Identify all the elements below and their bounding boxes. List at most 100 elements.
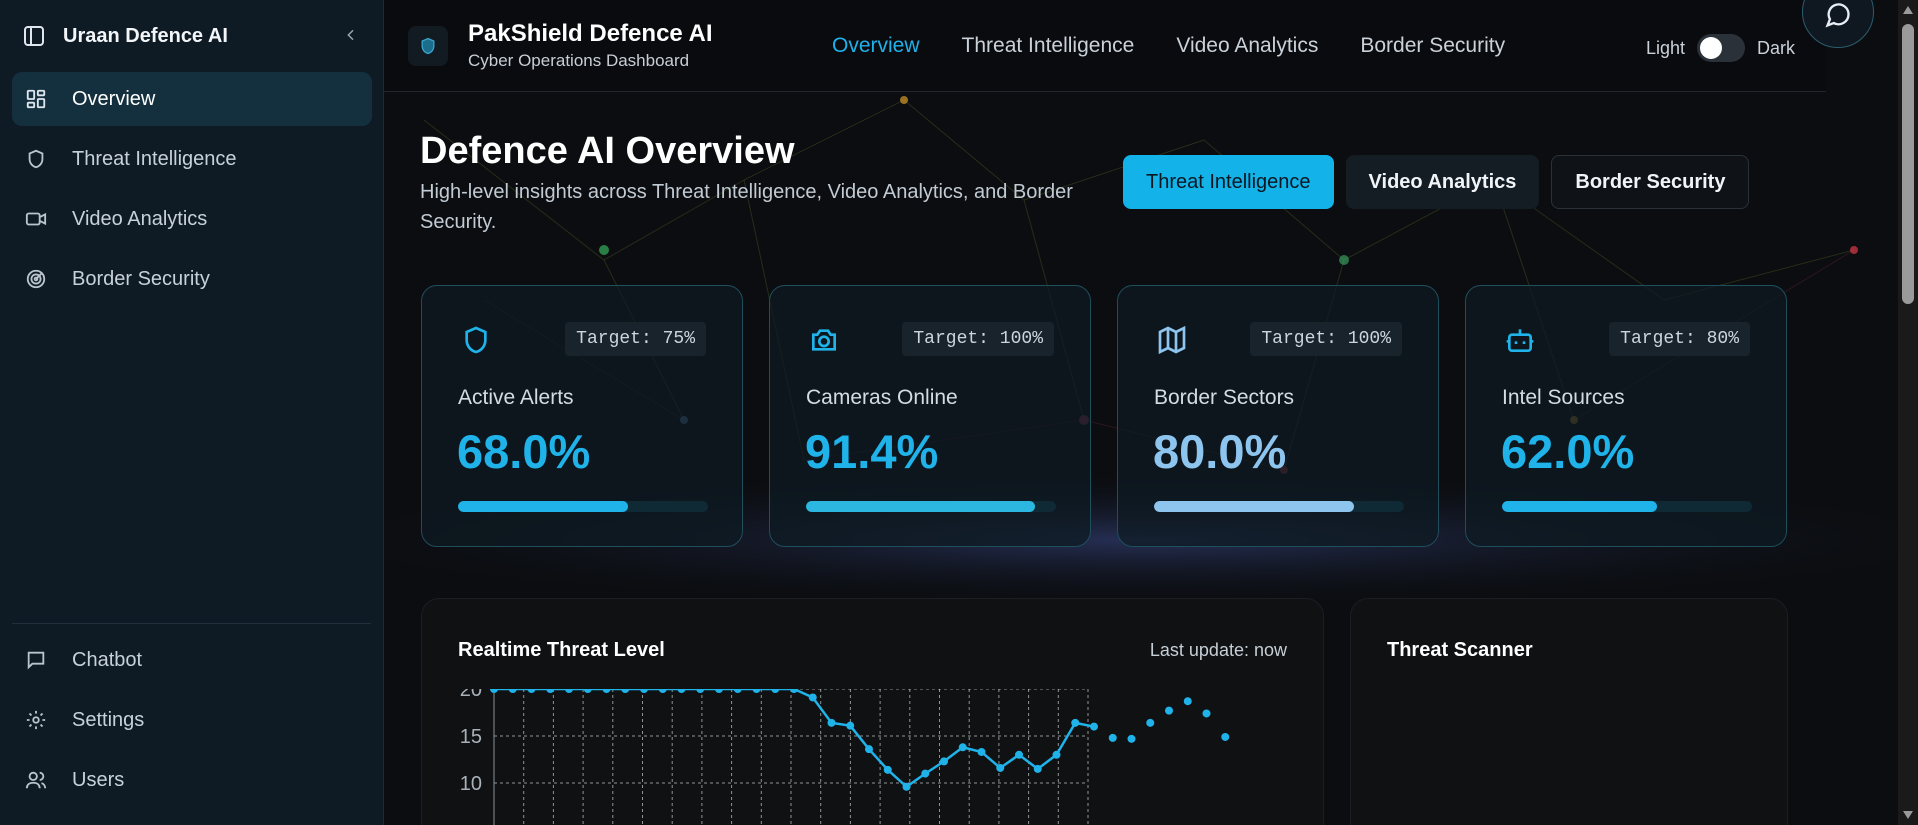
progress-fill	[806, 501, 1035, 512]
kpi-label: Active Alerts	[458, 386, 574, 409]
gear-icon	[24, 708, 48, 732]
data-point	[546, 689, 555, 693]
data-point	[790, 689, 798, 693]
quick-actions: Threat Intelligence Video Analytics Bord…	[1123, 155, 1750, 209]
page-scrollbar[interactable]	[1898, 0, 1918, 825]
app-logo	[408, 26, 448, 66]
data-point	[640, 689, 648, 693]
sidebar-item-label: Video Analytics	[72, 207, 208, 230]
data-point	[1071, 718, 1080, 727]
progress-fill	[458, 501, 628, 512]
progress-bar	[1502, 501, 1752, 512]
data-point	[940, 757, 948, 766]
progress-fill	[1154, 501, 1354, 512]
data-point	[883, 765, 892, 774]
border-security-button[interactable]: Border Security	[1551, 155, 1750, 209]
data-point	[902, 782, 911, 791]
sidebar-item-label: Users	[72, 768, 125, 791]
tab-overview[interactable]: Overview	[832, 34, 920, 58]
tab-video-analytics[interactable]: Video Analytics	[1176, 34, 1318, 58]
sidebar-item-label: Overview	[72, 87, 156, 110]
message-circle-icon	[1825, 3, 1850, 28]
sidebar-item-chatbot[interactable]: Chatbot	[12, 633, 372, 687]
scroll-up-arrow[interactable]	[1903, 6, 1913, 14]
target-badge: Target: 75%	[565, 322, 706, 356]
data-point	[565, 689, 573, 693]
data-point	[827, 718, 836, 727]
scroll-down-arrow[interactable]	[1903, 811, 1913, 819]
kpi-value: 91.4%	[805, 425, 939, 478]
sidebar-item-overview[interactable]: Overview	[12, 72, 372, 126]
target-badge: Target: 100%	[902, 322, 1054, 356]
threat-level-chart: 20 15 10	[460, 689, 1230, 825]
data-point	[677, 689, 686, 693]
data-point	[808, 693, 817, 702]
data-point	[715, 689, 723, 693]
kpi-value: 68.0%	[457, 425, 591, 478]
data-point	[752, 689, 761, 693]
panel-title: Realtime Threat Level	[458, 639, 665, 661]
users-icon	[24, 768, 48, 792]
video-icon	[24, 207, 48, 231]
sidebar-item-users[interactable]: Users	[12, 753, 372, 807]
kpi-label: Cameras Online	[806, 386, 958, 409]
kpi-value: 80.0%	[1153, 425, 1287, 478]
theme-light-label: Light	[1646, 37, 1686, 58]
sidebar-panel-icon[interactable]	[20, 22, 48, 50]
threat-level-panel: Realtime Threat Level Last update: now 2…	[421, 598, 1324, 825]
map-icon	[1154, 322, 1190, 358]
data-point	[1127, 734, 1136, 743]
tab-border-security[interactable]: Border Security	[1360, 34, 1505, 58]
sidebar-item-label: Threat Intelligence	[72, 147, 237, 170]
theme-switch[interactable]	[1697, 34, 1746, 62]
page-title: Defence AI Overview	[420, 130, 795, 172]
data-point	[1183, 697, 1192, 706]
data-point	[1090, 722, 1098, 731]
y-tick-label: 10	[460, 773, 482, 795]
sidebar-item-border-security[interactable]: Border Security	[12, 252, 372, 306]
theme-dark-label: Dark	[1757, 37, 1796, 58]
data-point	[1202, 709, 1211, 718]
threat-intelligence-button[interactable]: Threat Intelligence	[1123, 155, 1334, 209]
kpi-card-intel-sources[interactable]: Target: 80% Intel Sources 62.0%	[1465, 285, 1787, 547]
data-point	[696, 689, 705, 693]
sidebar-item-threat-intelligence[interactable]: Threat Intelligence	[12, 132, 372, 186]
data-point	[846, 721, 855, 730]
data-point	[490, 689, 498, 693]
sidebar-item-video-analytics[interactable]: Video Analytics	[12, 192, 372, 246]
sidebar-item-label: Settings	[72, 708, 145, 731]
tab-threat-intelligence[interactable]: Threat Intelligence	[962, 34, 1135, 58]
kpi-value: 62.0%	[1501, 425, 1635, 478]
kpi-label: Intel Sources	[1502, 386, 1625, 409]
data-point	[621, 689, 630, 693]
data-point	[771, 689, 780, 693]
data-point	[602, 689, 611, 693]
last-update-text: Last update: now	[1149, 640, 1287, 660]
target-badge: Target: 80%	[1609, 322, 1750, 356]
radar-icon	[24, 267, 48, 291]
scroll-thumb[interactable]	[1902, 24, 1914, 304]
data-point	[1221, 732, 1230, 741]
video-analytics-button[interactable]: Video Analytics	[1345, 155, 1540, 209]
kpi-card-cameras-online[interactable]: Target: 100% Cameras Online 91.4%	[769, 285, 1091, 547]
camera-icon	[806, 322, 842, 358]
progress-bar	[806, 501, 1056, 512]
sidebar-bottom-nav: Chatbot Settings Users	[12, 633, 372, 813]
progress-bar	[1154, 501, 1404, 512]
sidebar-item-settings[interactable]: Settings	[12, 693, 372, 747]
kpi-card-active-alerts[interactable]: Target: 75% Active Alerts 68.0%	[421, 285, 743, 547]
kpi-card-border-sectors[interactable]: Target: 100% Border Sectors 80.0%	[1117, 285, 1439, 547]
target-badge: Target: 100%	[1250, 322, 1402, 356]
chevron-left-icon[interactable]	[340, 24, 362, 46]
data-point	[1108, 733, 1117, 742]
kpi-label: Border Sectors	[1154, 386, 1295, 409]
data-point	[1165, 706, 1173, 715]
threat-scanner-panel: Threat Scanner	[1350, 598, 1788, 825]
data-point	[527, 689, 536, 693]
data-point	[958, 743, 967, 752]
main-content: PakShield Defence AI Cyber Operations Da…	[384, 0, 1898, 825]
page-subtitle: High-level insights across Threat Intell…	[420, 181, 1073, 233]
top-nav: Overview Threat Intelligence Video Analy…	[832, 34, 1505, 58]
sidebar-nav: Overview Threat Intelligence Video Analy…	[12, 72, 372, 312]
data-point	[658, 689, 667, 693]
